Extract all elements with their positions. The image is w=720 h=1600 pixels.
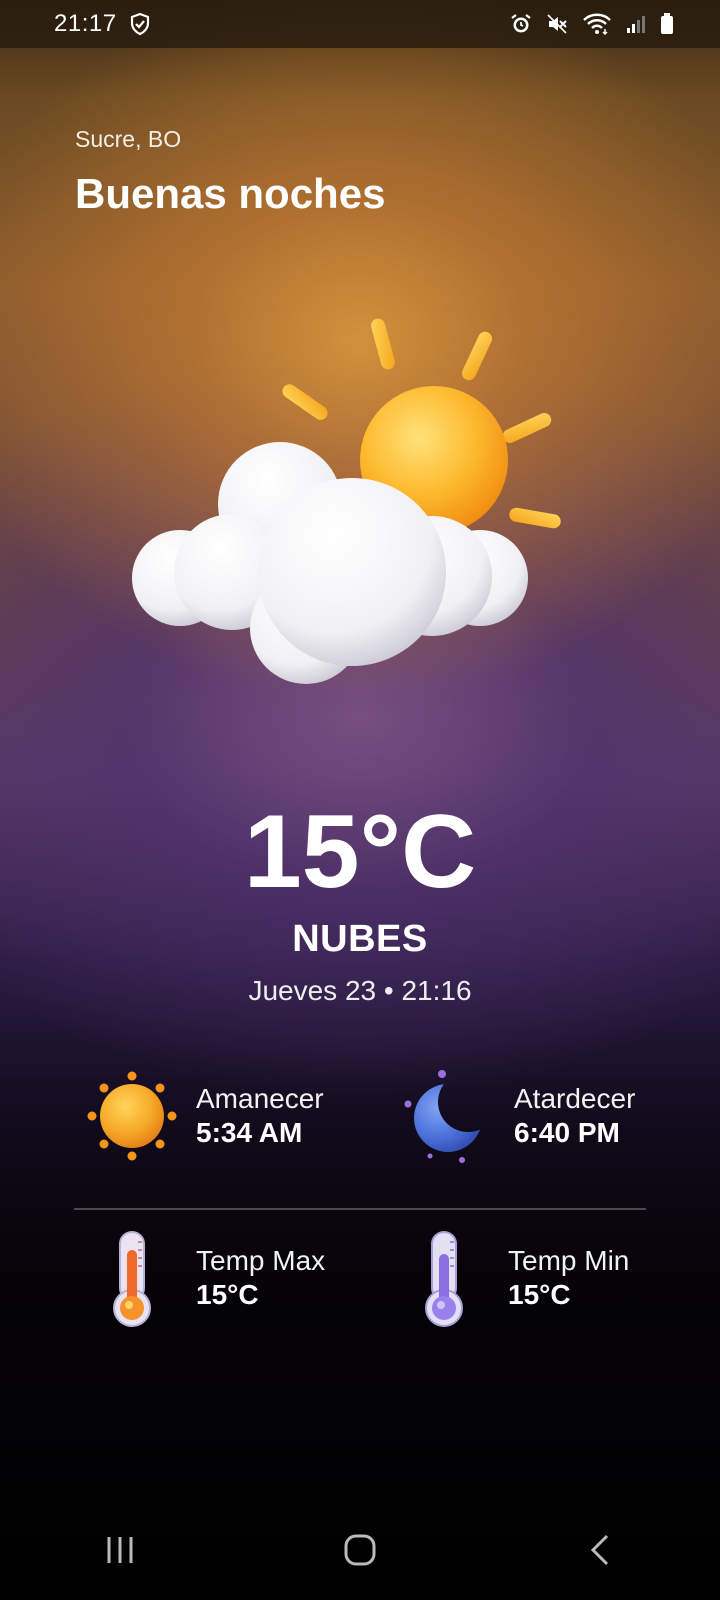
battery-icon <box>660 13 674 35</box>
temp-min-text: Temp Min 15°C <box>508 1245 629 1311</box>
greeting-title: Buenas noches <box>75 170 386 217</box>
moon-icon <box>400 1066 500 1166</box>
alarm-icon <box>510 13 532 35</box>
temp-min-label: Temp Min <box>508 1245 630 1276</box>
sunset-label: Atardecer <box>514 1083 636 1114</box>
signal-icon <box>626 14 646 34</box>
sunset-value: 6:40 PM <box>514 1117 620 1148</box>
status-time: 21:17 <box>54 10 117 37</box>
temp-min-value: 15°C <box>508 1279 571 1310</box>
weather-app-screen: 21:17 Sucre, BO Buenas noches 15°C NUBES… <box>0 0 720 1600</box>
current-datetime: Jueves 23 • 21:16 <box>248 975 472 1006</box>
weather-condition: NUBES <box>292 918 428 960</box>
temp-max-item: Temp Max 15°C <box>82 1228 325 1328</box>
shield-check-icon <box>129 12 151 36</box>
thermometer-cold-icon <box>394 1228 494 1328</box>
home-icon <box>344 1534 376 1566</box>
mute-icon <box>546 13 568 35</box>
back-button[interactable] <box>540 1510 660 1590</box>
sunset-text: Atardecer 6:40 PM <box>514 1083 635 1149</box>
sunrise-item: Amanecer 5:34 AM <box>82 1066 324 1166</box>
back-icon <box>590 1534 609 1566</box>
sunrise-text: Amanecer 5:34 AM <box>196 1083 324 1149</box>
recents-icon <box>107 1537 133 1563</box>
location-label: Sucre, BO <box>75 126 182 152</box>
sunset-item: Atardecer 6:40 PM <box>400 1066 635 1166</box>
wifi-icon <box>582 13 612 35</box>
partly-cloudy-icon <box>120 310 600 700</box>
sunrise-value: 5:34 AM <box>196 1117 303 1148</box>
status-bar-left: 21:17 <box>54 10 151 38</box>
temp-max-text: Temp Max 15°C <box>196 1245 325 1311</box>
current-temperature: 15°C <box>243 794 477 910</box>
status-bar: 21:17 <box>0 0 720 48</box>
temp-max-value: 15°C <box>196 1279 259 1310</box>
temp-max-label: Temp Max <box>196 1245 326 1276</box>
thermometer-hot-icon <box>82 1228 182 1328</box>
sunrise-sun-icon <box>82 1066 182 1166</box>
home-button[interactable] <box>300 1510 420 1590</box>
temp-min-item: Temp Min 15°C <box>394 1228 629 1328</box>
status-bar-right <box>510 13 674 35</box>
system-nav-bar <box>0 1500 720 1600</box>
details-divider <box>74 1208 646 1210</box>
recents-button[interactable] <box>60 1510 180 1590</box>
sunrise-label: Amanecer <box>196 1083 324 1114</box>
